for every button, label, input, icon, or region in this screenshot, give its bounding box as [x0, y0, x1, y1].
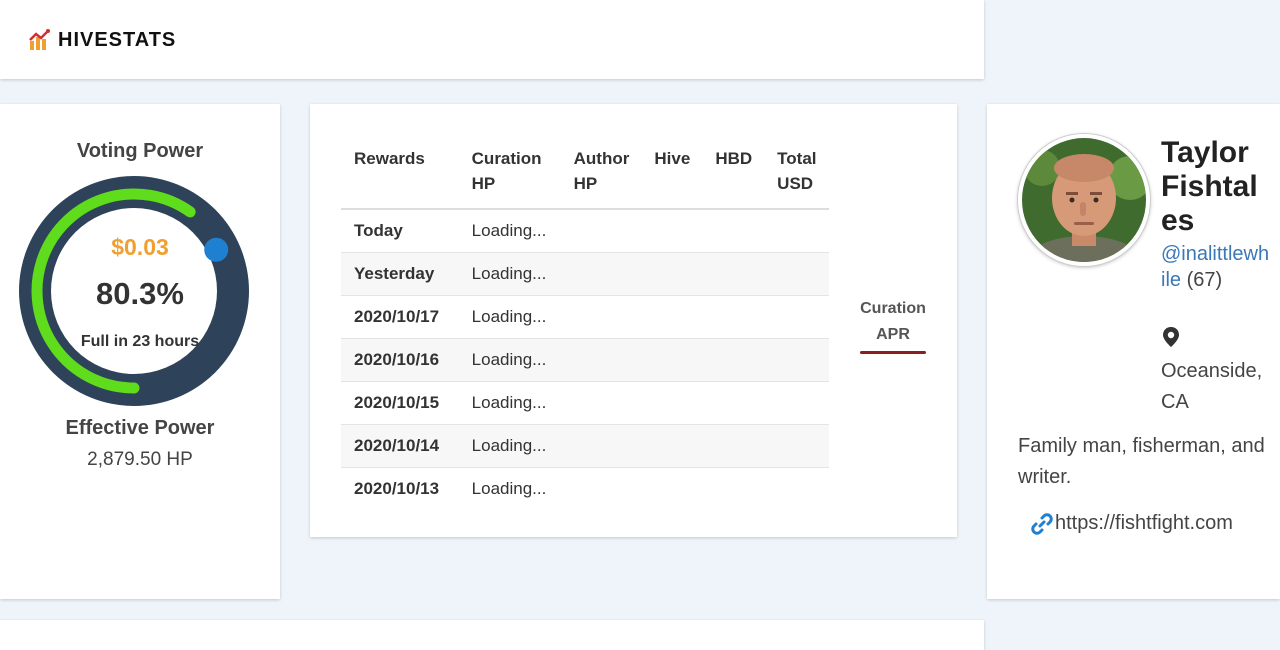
profile-reputation: (67) — [1186, 269, 1223, 291]
row-value: Loading... — [458, 467, 561, 510]
row-value: Loading... — [458, 424, 561, 468]
profile-location: Oceanside, CA — [1161, 360, 1263, 413]
tab-curation-apr-line1: Curation — [860, 300, 926, 317]
row-value: Loading... — [458, 208, 561, 253]
table-row: 2020/10/16 Loading... — [341, 338, 829, 382]
column-header-curation-hp: Curation HP — [458, 138, 561, 210]
column-header-total-usd: Total USD — [764, 138, 829, 210]
row-label: Today — [341, 208, 459, 253]
bottom-card — [0, 620, 984, 650]
table-row: 2020/10/17 Loading... — [341, 295, 829, 339]
row-label: Yesterday — [341, 252, 459, 296]
map-pin-icon — [1163, 327, 1179, 347]
effective-power-value: 2,879.50 HP — [87, 449, 193, 470]
voting-power-title: Voting Power — [76, 140, 204, 162]
profile-handle-line: @inalittlewhile (67) — [1161, 241, 1271, 293]
table-row: 2020/10/15 Loading... — [341, 381, 829, 425]
link-icon — [1031, 512, 1053, 535]
effective-power-title: Effective Power — [65, 417, 215, 439]
row-value: Loading... — [458, 295, 561, 339]
table-row: 2020/10/14 Loading... — [341, 424, 829, 468]
rewards-card: Rewards Curation HP Author HP Hive HBD T… — [310, 104, 957, 537]
chart-increasing-icon — [29, 29, 50, 50]
table-row: Today Loading... — [341, 208, 829, 253]
active-tab-underline — [860, 351, 926, 354]
voting-full-in: Full in 23 hours — [80, 333, 200, 350]
tab-curation-apr-line2: APR — [876, 326, 910, 343]
profile-name: Taylor Fishtales — [1161, 136, 1258, 237]
row-label: 2020/10/16 — [341, 338, 459, 382]
profile-website-text: https://fishtfight.com — [1055, 512, 1233, 534]
logo-text: HIVESTATS — [58, 28, 177, 51]
profile-bio: Family man, fisherman, and writer. — [1018, 435, 1265, 488]
column-header-hive: Hive — [641, 138, 703, 210]
column-header-hbd: HBD — [702, 138, 765, 210]
column-header-author-hp: Author HP — [560, 138, 642, 210]
column-header-rewards: Rewards — [341, 138, 459, 210]
row-value: Loading... — [458, 338, 561, 382]
rewards-header-row: Rewards Curation HP Author HP Hive HBD T… — [341, 138, 829, 210]
profile-card: Taylor Fishtales @inalittlewhile (67) Oc… — [987, 104, 1280, 599]
header-bar: HIVESTATS — [0, 0, 984, 79]
table-row: 2020/10/13 Loading... — [341, 467, 829, 510]
row-label: 2020/10/17 — [341, 295, 459, 339]
rewards-table: Rewards Curation HP Author HP Hive HBD T… — [341, 138, 829, 510]
voting-value-usd: $0.03 — [111, 234, 169, 260]
table-row: Yesterday Loading... — [341, 252, 829, 296]
row-value: Loading... — [458, 252, 561, 296]
row-label: 2020/10/14 — [341, 424, 459, 468]
logo[interactable]: HIVESTATS — [28, 28, 176, 52]
avatar[interactable] — [1018, 134, 1150, 266]
voting-power-card: Voting Power $0.03 80.3% Full in 23 hour… — [0, 104, 280, 599]
profile-website[interactable]: https://fishtfight.com — [1031, 512, 1233, 535]
row-label: 2020/10/13 — [341, 467, 459, 510]
tab-curation-apr[interactable]: Curation APR — [860, 296, 926, 354]
voting-percent: 80.3% — [96, 276, 184, 311]
row-label: 2020/10/15 — [341, 381, 459, 425]
row-value: Loading... — [458, 381, 561, 425]
